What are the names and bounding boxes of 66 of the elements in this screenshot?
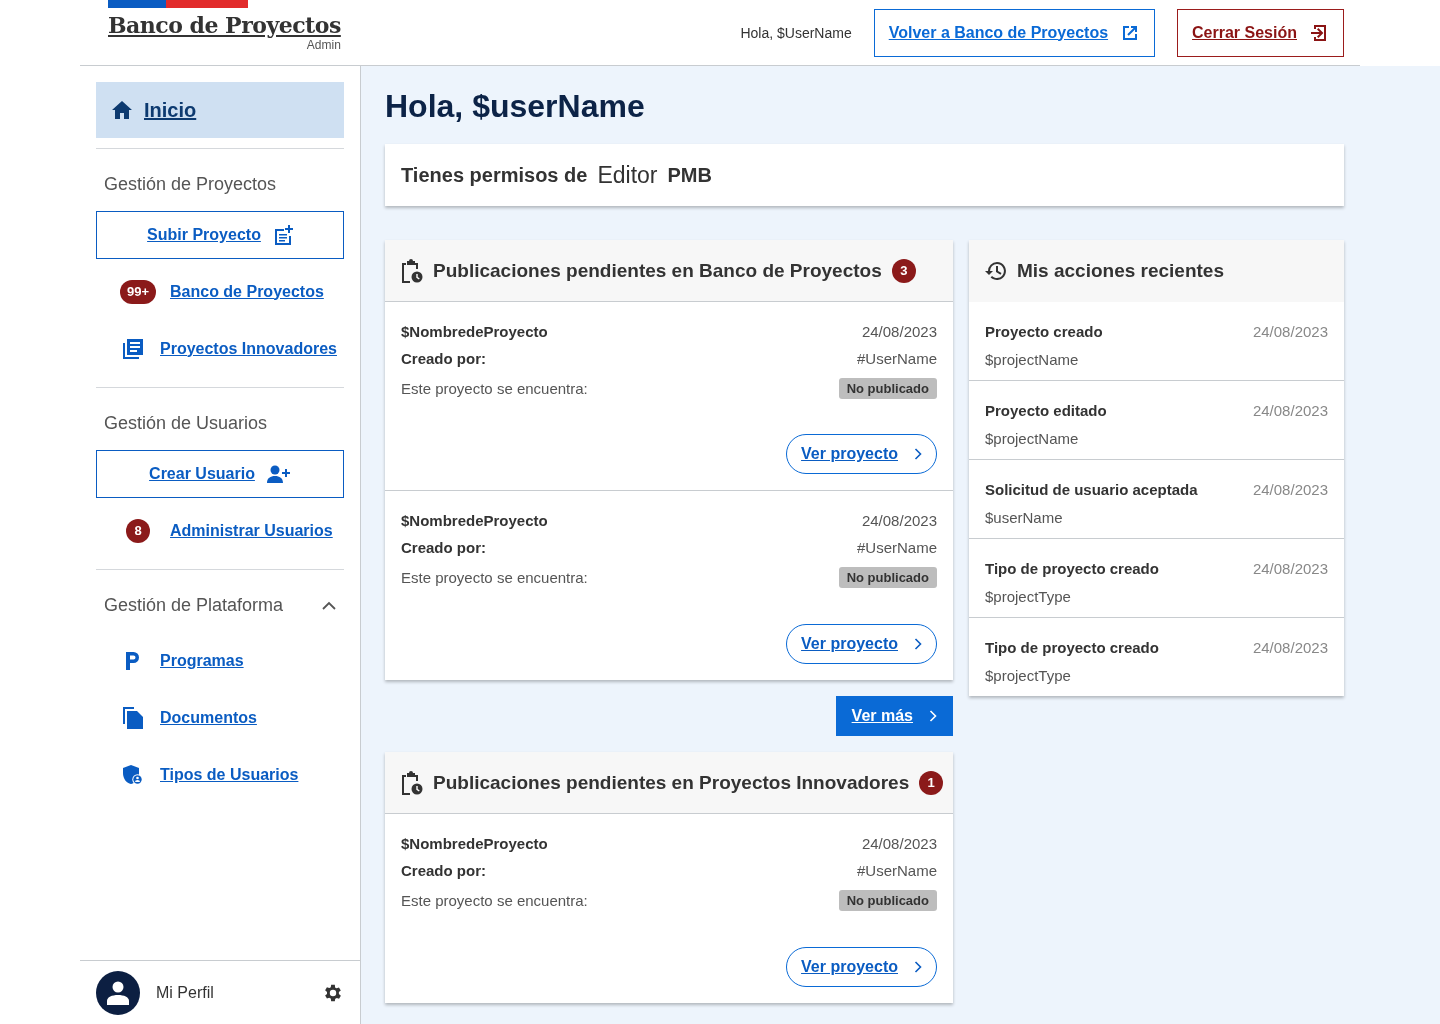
project-date: 24/08/2023 xyxy=(861,323,937,340)
action-name: Tipo de proyecto creado xyxy=(985,639,1159,656)
section-title: Gestión de Plataforma xyxy=(104,594,284,616)
action-name: Solicitud de usuario aceptada xyxy=(985,481,1198,498)
permission-scope: PMB xyxy=(667,163,712,187)
creator-name: #UserName xyxy=(856,539,937,556)
status-tag: No publicado xyxy=(838,889,937,911)
status-tag: No publicado xyxy=(838,566,937,588)
card-title: Mis acciones recientes xyxy=(1017,260,1224,282)
nav-link[interactable]: Proyectos Innovadores xyxy=(160,339,337,358)
action-target: $projectName xyxy=(985,430,1080,447)
nav-button[interactable]: Crear Usuario xyxy=(96,450,344,498)
field-label: Este proyecto se encuentra: xyxy=(401,891,588,909)
nav-link[interactable]: Banco de Proyectos xyxy=(170,282,324,301)
view-project-button[interactable]: Ver proyecto xyxy=(786,624,937,664)
card-title: Publicaciones pendientes en Banco de Proyectos xyxy=(433,259,882,282)
view-project-button[interactable]: Ver proyecto xyxy=(786,947,937,987)
section-title: Gestión de Usuarios xyxy=(104,412,268,434)
page-title: Hola, $userName xyxy=(385,88,646,126)
site-title-link[interactable]: Banco de Proyectos xyxy=(108,12,341,38)
count-badge: 99+ xyxy=(119,279,157,304)
field-label: Creado por: xyxy=(401,350,486,367)
field-label: Este proyecto se encuentra: xyxy=(401,568,588,586)
action-date: 24/08/2023 xyxy=(1252,402,1328,419)
see-more-button[interactable]: Ver más xyxy=(835,696,953,736)
status-tag: No publicado xyxy=(838,377,937,399)
project-date: 24/08/2023 xyxy=(861,512,937,529)
action-name: Proyecto creado xyxy=(985,323,1103,340)
view-project-button[interactable]: Ver proyecto xyxy=(786,434,937,474)
logout-button[interactable]: Cerrar Sesión xyxy=(1177,8,1344,57)
nav-link[interactable]: Administrar Usuarios xyxy=(170,521,333,540)
site-subtitle: Admin xyxy=(305,38,341,52)
action-target: $userName xyxy=(985,509,1064,526)
section-title: Gestión de Proyectos xyxy=(104,173,277,195)
back-to-site-button[interactable]: Volver a Banco de Proyectos xyxy=(873,8,1156,57)
nav-link[interactable]: Tipos de Usuarios xyxy=(160,765,299,784)
count-badge: 3 xyxy=(891,258,916,283)
home-nav-item[interactable]: Inicio xyxy=(96,82,344,138)
action-date: 24/08/2023 xyxy=(1252,323,1328,340)
greeting-text: Hola, $UserName xyxy=(740,24,852,41)
action-date: 24/08/2023 xyxy=(1252,560,1328,577)
field-label: Creado por: xyxy=(401,539,486,556)
role-name: Editor xyxy=(597,161,658,189)
field-label: Este proyecto se encuentra: xyxy=(401,379,588,397)
count-badge: 1 xyxy=(919,770,944,795)
project-name: $NombredeProyecto xyxy=(401,323,548,340)
profile-link[interactable]: Mi Perfil xyxy=(156,983,306,1002)
action-target: $projectName xyxy=(985,351,1080,368)
count-badge: 8 xyxy=(126,518,150,543)
action-name: Proyecto editado xyxy=(985,402,1107,419)
action-target: $projectType xyxy=(985,588,1072,605)
creator-name: #UserName xyxy=(856,350,937,367)
field-label: Creado por: xyxy=(401,862,486,879)
nav-button[interactable]: Subir Proyecto xyxy=(96,211,344,259)
nav-link[interactable]: Programas xyxy=(160,651,244,670)
project-name: $NombredeProyecto xyxy=(401,835,548,852)
project-name: $NombredeProyecto xyxy=(401,512,548,529)
project-date: 24/08/2023 xyxy=(861,835,937,852)
action-date: 24/08/2023 xyxy=(1252,481,1328,498)
permissions-label: Tienes permisos de xyxy=(401,163,588,187)
action-date: 24/08/2023 xyxy=(1252,639,1328,656)
nav-link[interactable]: Documentos xyxy=(160,708,257,727)
card-title: Publicaciones pendientes en Proyectos Innovadores xyxy=(433,771,910,794)
action-name: Tipo de proyecto creado xyxy=(985,560,1159,577)
creator-name: #UserName xyxy=(856,862,937,879)
action-target: $projectType xyxy=(985,667,1072,684)
